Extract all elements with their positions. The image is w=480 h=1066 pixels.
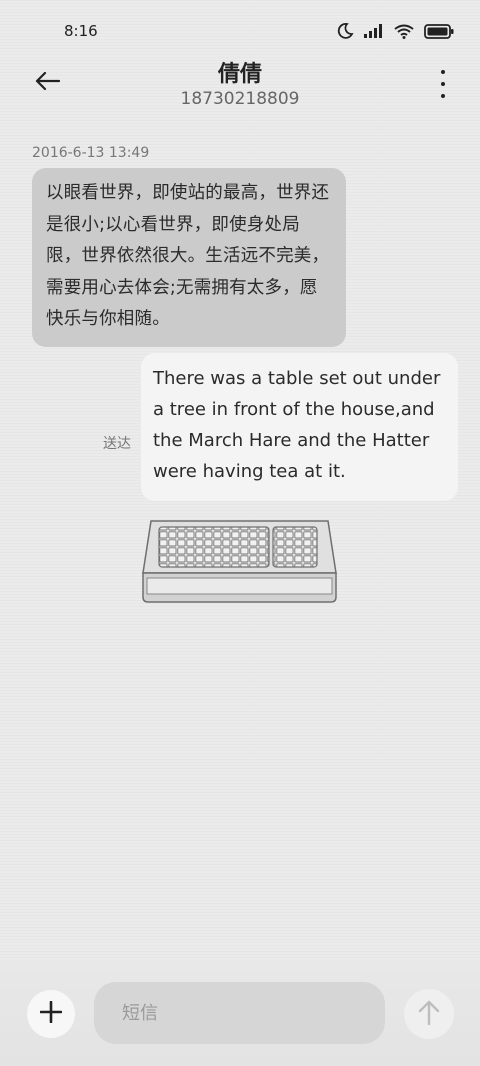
status-time: 8:16 [64,22,98,40]
delivery-status: 送达 [103,436,131,452]
signal-icon [364,24,384,38]
wifi-icon [394,24,414,39]
outgoing-message-bubble[interactable]: There was a table set out under a tree i… [141,353,458,501]
more-options-button[interactable] [436,70,450,98]
incoming-message-bubble[interactable]: 以眼看世界，即使站的最高，世界还是很小;以心看世界，即使身处局限，世界依然很大。… [32,168,346,347]
status-icons [336,22,454,40]
message-composer [0,960,480,1066]
send-button[interactable] [404,989,454,1039]
moon-icon [336,22,354,40]
more-vertical-icon [441,70,445,74]
keyboard-sticker[interactable] [141,515,338,605]
plus-icon [39,1000,63,1027]
message-timestamp: 2016-6-13 13:49 [32,145,150,161]
contact-number: 18730218809 [180,89,300,109]
conversation-header: 倩倩 18730218809 [0,52,480,122]
add-attachment-button[interactable] [27,990,75,1038]
sms-input[interactable] [94,982,385,1044]
contact-name: 倩倩 [217,62,262,87]
send-arrow-icon [418,999,440,1029]
battery-icon [424,23,454,39]
